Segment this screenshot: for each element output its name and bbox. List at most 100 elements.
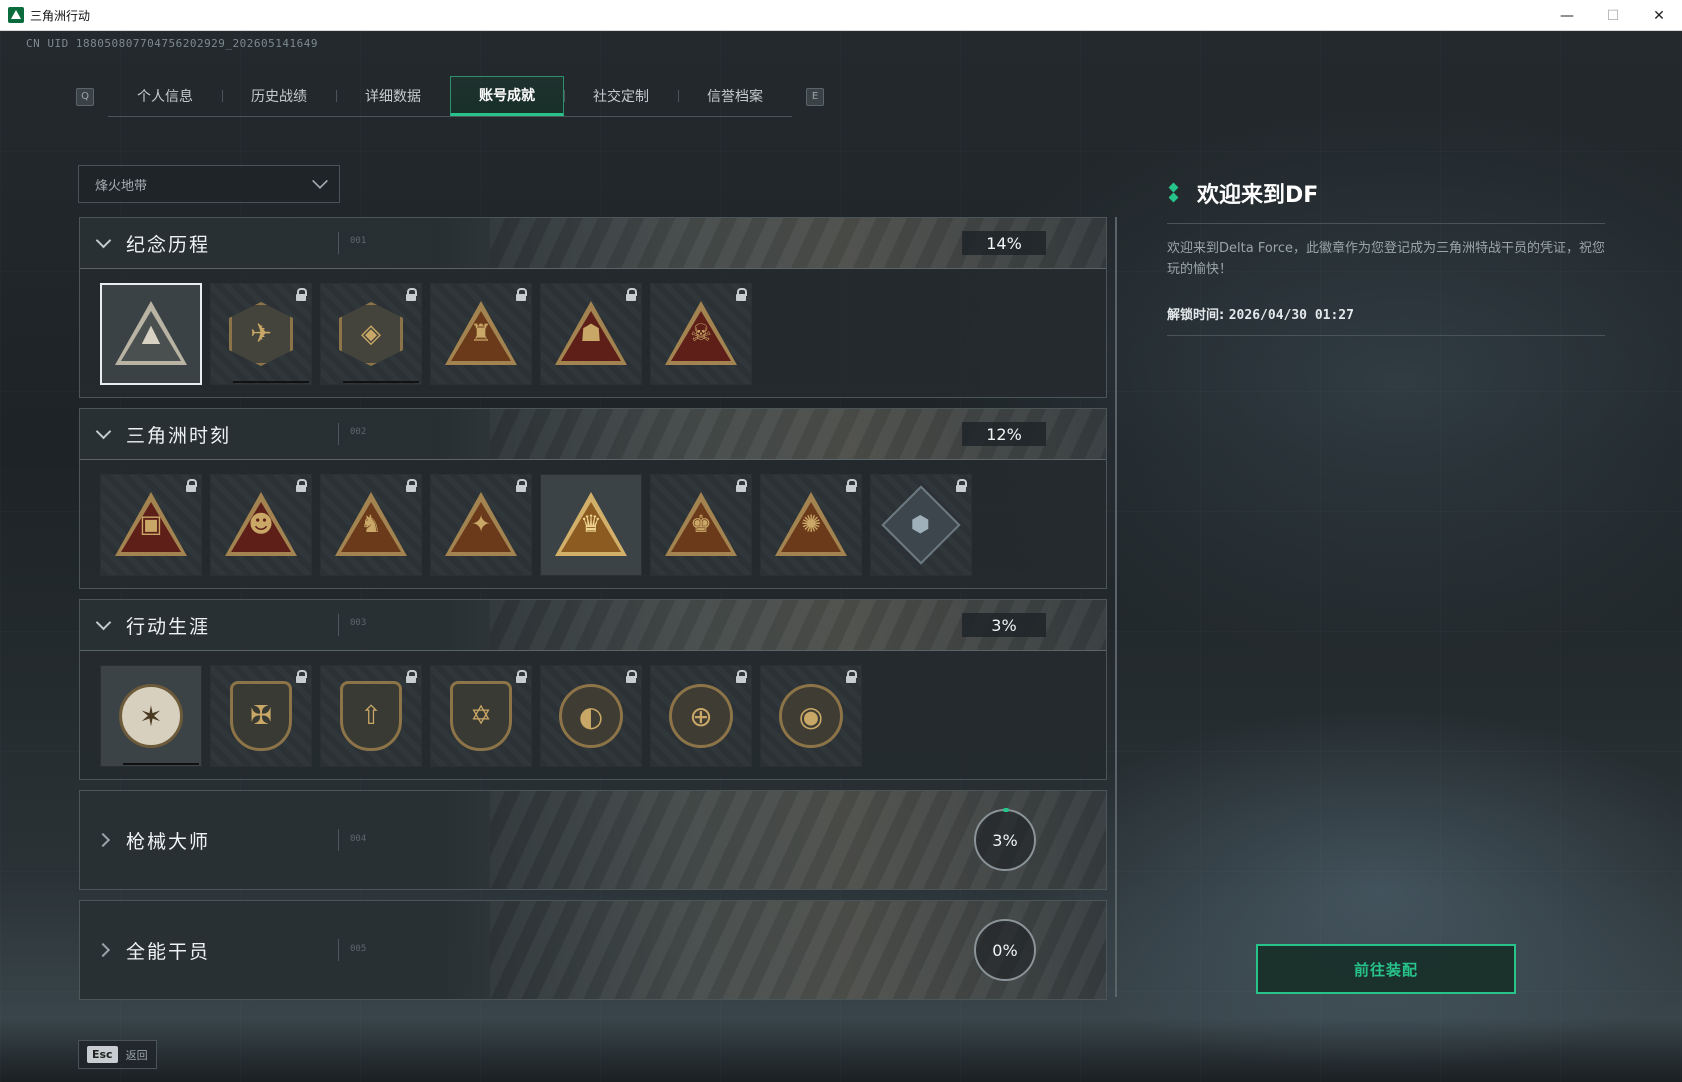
box-emblem-icon: ▣ (115, 492, 187, 558)
shield-emblem-icon: ◈ (339, 302, 403, 366)
category-number: 005 (350, 944, 367, 954)
unlock-time-row: 解锁时间: 2026/04/30 01:27 (1167, 304, 1605, 323)
lock-icon (626, 670, 637, 683)
badge-item[interactable]: ⇧ (320, 665, 422, 767)
tab-prev-key[interactable]: Q (76, 87, 94, 106)
scrollbar[interactable] (1115, 217, 1117, 997)
category-progress: 14% (962, 231, 1046, 255)
badge-item[interactable]: ♞ (320, 474, 422, 576)
category-title: 三角洲时刻 (126, 424, 232, 447)
badge-item[interactable]: ♛ (540, 474, 642, 576)
lock-icon (406, 479, 417, 492)
category-memorial: 纪念历程 001 14% ▲ ✈ ◈ ♜ ☗ ☠ (79, 217, 1107, 398)
divider (338, 423, 339, 445)
category-career: 行动生涯 003 3% ✶ ✠ ⇧ ✡ ◐ ⊕ ◉ (79, 599, 1107, 780)
lock-icon (736, 479, 747, 492)
category-delta-moments: 三角洲时刻 002 12% ▣ ☻ ♞ ✦ ♛ ♚ ✺ ⬢ (79, 408, 1107, 589)
category-header[interactable]: 三角洲时刻 002 12% (80, 409, 1106, 460)
operator-emblem-icon: ☗ (555, 301, 627, 367)
team-emblem-icon: ♛ (555, 492, 627, 558)
badge-item[interactable]: ☻ (210, 474, 312, 576)
category-header[interactable]: 枪械大师 004 3% (80, 791, 1106, 889)
helicopter-emblem-icon: ✈ (229, 302, 293, 366)
fish-emblem-icon: ✺ (775, 492, 847, 558)
achievement-category-list: 纪念历程 001 14% ▲ ✈ ◈ ♜ ☗ ☠ 三角洲时刻 002 12% ▣… (79, 217, 1107, 1010)
badge-item[interactable]: ▲ (100, 283, 202, 385)
badge-item[interactable]: ▣ (100, 474, 202, 576)
chevron-down-icon (312, 173, 328, 189)
badge-progress (123, 763, 199, 765)
category-title: 行动生涯 (126, 615, 211, 638)
lock-icon (736, 670, 747, 683)
chevron-right-icon[interactable] (80, 832, 126, 848)
badge-item[interactable]: ✡ (430, 665, 532, 767)
lock-icon (406, 670, 417, 683)
diamond-marker-icon (1167, 182, 1181, 204)
detail-title-row: 欢迎来到DF (1167, 177, 1605, 209)
tab-social[interactable]: 社交定制 (564, 76, 678, 116)
achievement-detail-panel: 欢迎来到DF 欢迎来到Delta Force，此徽章作为您登记成为三角洲特战干员… (1167, 177, 1605, 336)
close-icon[interactable]: ✕ (1636, 0, 1682, 31)
category-progress: 0% (992, 940, 1018, 960)
esc-keycap: Esc (87, 1046, 118, 1063)
category-title: 全能干员 (126, 940, 211, 963)
divider (338, 939, 339, 961)
badge-item[interactable]: ◐ (540, 665, 642, 767)
badge-item[interactable]: ◉ (760, 665, 862, 767)
badge-item[interactable]: ☗ (540, 283, 642, 385)
mode-dropdown[interactable]: 烽火地带 (78, 165, 340, 203)
category-number: 004 (350, 834, 367, 844)
tab-reputation[interactable]: 信誉档案 (678, 76, 792, 116)
chevron-right-icon[interactable] (80, 942, 126, 958)
unlock-time-value: 2026/04/30 01:27 (1228, 308, 1354, 323)
tab-achievements[interactable]: 账号成就 (450, 76, 564, 116)
badge-progress (343, 381, 419, 383)
badge-item[interactable]: ⬢ (870, 474, 972, 576)
category-number: 002 (350, 427, 367, 437)
divider (338, 614, 339, 636)
category-number: 001 (350, 236, 367, 246)
category-header[interactable]: 全能干员 005 0% (80, 901, 1106, 999)
back-hint[interactable]: Esc 返回 (78, 1040, 157, 1069)
badge-item[interactable]: ✠ (210, 665, 312, 767)
badge-item[interactable]: ⊕ (650, 665, 752, 767)
category-progress: 12% (962, 422, 1046, 446)
category-header[interactable]: 纪念历程 001 14% (80, 218, 1106, 269)
lock-icon (846, 670, 857, 683)
category-header[interactable]: 行动生涯 003 3% (80, 600, 1106, 651)
badge-item[interactable]: ✈ (210, 283, 312, 385)
tab-stats[interactable]: 详细数据 (336, 76, 450, 116)
lock-icon (846, 479, 857, 492)
category-progress-ring: 3% (974, 808, 1036, 871)
lock-icon (296, 479, 307, 492)
badge-item[interactable]: ✺ (760, 474, 862, 576)
badge-item[interactable]: ☠ (650, 283, 752, 385)
tab-next-key[interactable]: E (806, 87, 824, 106)
go-equip-button[interactable]: 前往装配 (1256, 944, 1516, 994)
badge-item[interactable]: ✶ (100, 665, 202, 767)
minimize-icon[interactable]: — (1544, 0, 1590, 31)
badge-item[interactable]: ◈ (320, 283, 422, 385)
star-emblem-icon: ✶ (119, 684, 183, 748)
badge-item[interactable]: ♚ (650, 474, 752, 576)
chevron-down-icon[interactable] (80, 423, 126, 440)
maximize-icon[interactable]: ☐ (1590, 0, 1636, 31)
badge-grid: ✶ ✠ ⇧ ✡ ◐ ⊕ ◉ (80, 651, 1106, 779)
category-all-round-operator: 全能干员 005 0% (79, 900, 1107, 1000)
tab-history[interactable]: 历史战绩 (222, 76, 336, 116)
unlock-time-label: 解锁时间: (1167, 308, 1229, 323)
chevron-down-icon[interactable] (80, 614, 126, 631)
badge-item[interactable]: ✦ (430, 474, 532, 576)
chevron-down-icon[interactable] (80, 232, 126, 249)
tab-profile[interactable]: 个人信息 (108, 76, 222, 116)
badge-item[interactable]: ♜ (430, 283, 532, 385)
mode-dropdown-value: 烽火地带 (95, 178, 148, 194)
lock-icon (406, 288, 417, 301)
detail-title: 欢迎来到DF (1197, 183, 1319, 208)
window-titlebar: 三角洲行动 — ☐ ✕ (0, 0, 1682, 31)
lock-icon (516, 670, 527, 683)
triangle-emblem-icon: ▲ (115, 301, 187, 367)
tab-bar: Q 个人信息 历史战绩 详细数据 账号成就 社交定制 信誉档案 E (76, 76, 824, 117)
lock-icon (516, 288, 527, 301)
divider (338, 829, 339, 851)
